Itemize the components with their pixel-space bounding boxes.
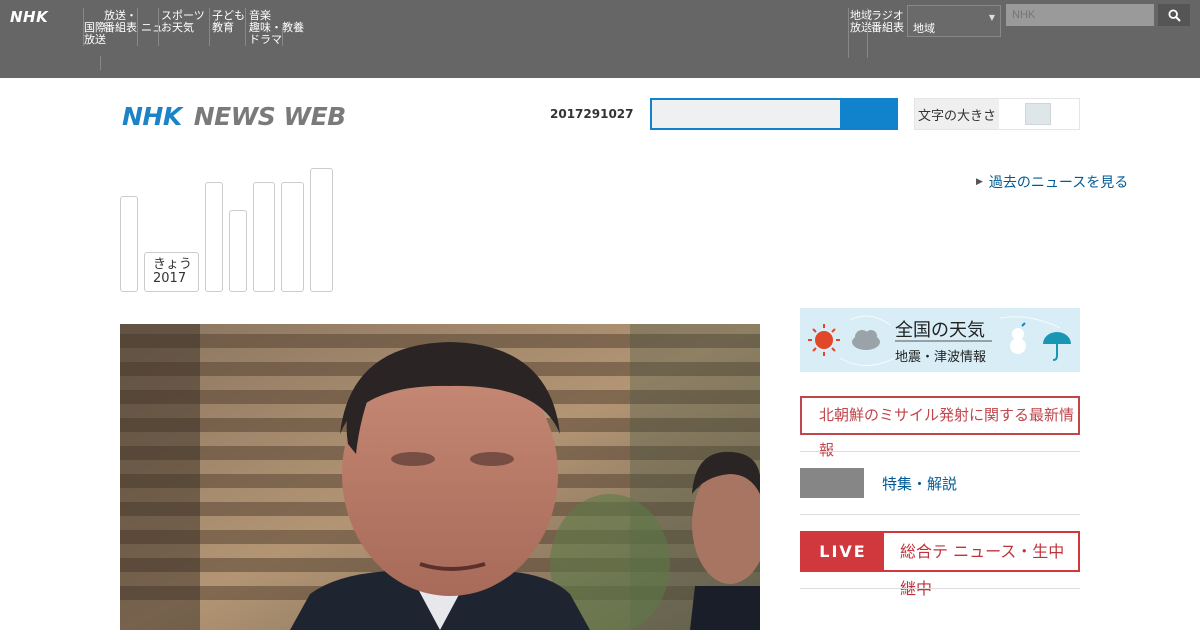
triangle-right-icon: ▶ [976,177,983,187]
nav-divider [100,56,101,70]
nav-divider [245,8,246,46]
chevron-down-icon: ▼ [988,13,995,22]
nhk-search-input[interactable] [1006,4,1154,26]
nav-item-radio[interactable]: ラジオ 番組表 [871,10,904,34]
calendar-day[interactable] [229,210,247,292]
calendar-day[interactable] [120,196,138,292]
live-stream-link[interactable]: LIVE 総合テ ニュース・生中継中 [800,531,1080,598]
top-story-image [120,324,760,630]
nav-divider [867,8,868,58]
logo-news-web-text: NEWS WEB [193,101,347,131]
region-select[interactable]: 地域 ▼ [907,5,1001,37]
breaking-alert-link[interactable]: 北朝鮮のミサイル発射に関する最新情報 [800,396,1080,459]
nav-divider [137,8,138,46]
news-search-button[interactable] [840,100,896,128]
logo-nhk-text: NHK [122,101,182,131]
top-story-photo[interactable] [120,324,760,630]
nhk-logo[interactable]: NHK [10,8,48,26]
news-search-input[interactable] [652,100,841,128]
calendar-today[interactable]: きょう 2017 [144,252,199,292]
text-size-label: 文字の大きさ [915,99,999,129]
nav-divider [209,8,210,46]
nhk-search-button[interactable] [1158,4,1190,26]
region-select-value: 地域 [913,22,935,35]
feature-thumbnail[interactable] [800,468,864,498]
news-web-logo[interactable]: NHK NEWS WEB [122,100,346,132]
nav-item-news[interactable]: ニュ [141,22,163,34]
weather-subtitle: 地震・津波情報 [895,350,987,365]
umbrella-icon [1043,332,1071,361]
live-text: 総合テ ニュース・生中継中 [900,542,1065,598]
global-nav-bar: NHK 国際 放送 放送・ 番組表 ニュ スポーツ お天気 子ども 教育 音楽 … [0,0,1200,78]
nav-item-program[interactable]: 放送・ 番組表 [104,10,137,34]
text-size-toggle[interactable]: 文字の大きさ [914,98,1080,130]
news-search-box [650,98,898,130]
calendar-today-year: 2017 [153,271,187,286]
divider [800,588,1080,589]
nav-item-music[interactable]: 音楽 趣味・教養 ドラマ [249,10,304,46]
nav-divider [158,8,159,46]
calendar-day[interactable] [253,182,275,292]
calendar-day[interactable] [281,182,304,292]
live-badge: LIVE [802,533,884,570]
nav-divider [848,8,849,58]
current-date: 2017291027 [550,107,634,121]
divider [800,514,1080,515]
nav-item-region[interactable]: 地域 放送 [850,10,872,34]
calendar-today-label: きょう [153,257,193,272]
sun-icon [808,324,840,356]
weather-banner[interactable]: 全国の天気 地震・津波情報 [800,308,1080,372]
archive-link[interactable]: ▶ 過去のニュースを見る [976,172,1128,192]
nav-item-world[interactable]: 国際 放送 [84,22,106,46]
search-icon [1167,8,1181,22]
weather-title: 全国の天気 [895,320,985,341]
calendar-day[interactable] [205,182,223,292]
snowman-icon [1010,322,1026,354]
cloud-icon [852,330,880,350]
calendar-day[interactable] [310,168,333,292]
nav-item-sports[interactable]: スポーツ お天気 [161,10,205,34]
text-size-switch[interactable] [1025,103,1051,125]
archive-link-text: 過去のニュースを見る [988,175,1129,191]
divider [800,451,1080,452]
nav-item-kids[interactable]: 子ども 教育 [212,10,245,34]
feature-link[interactable]: 特集・解説 [882,473,957,494]
nav-divider [282,30,283,46]
